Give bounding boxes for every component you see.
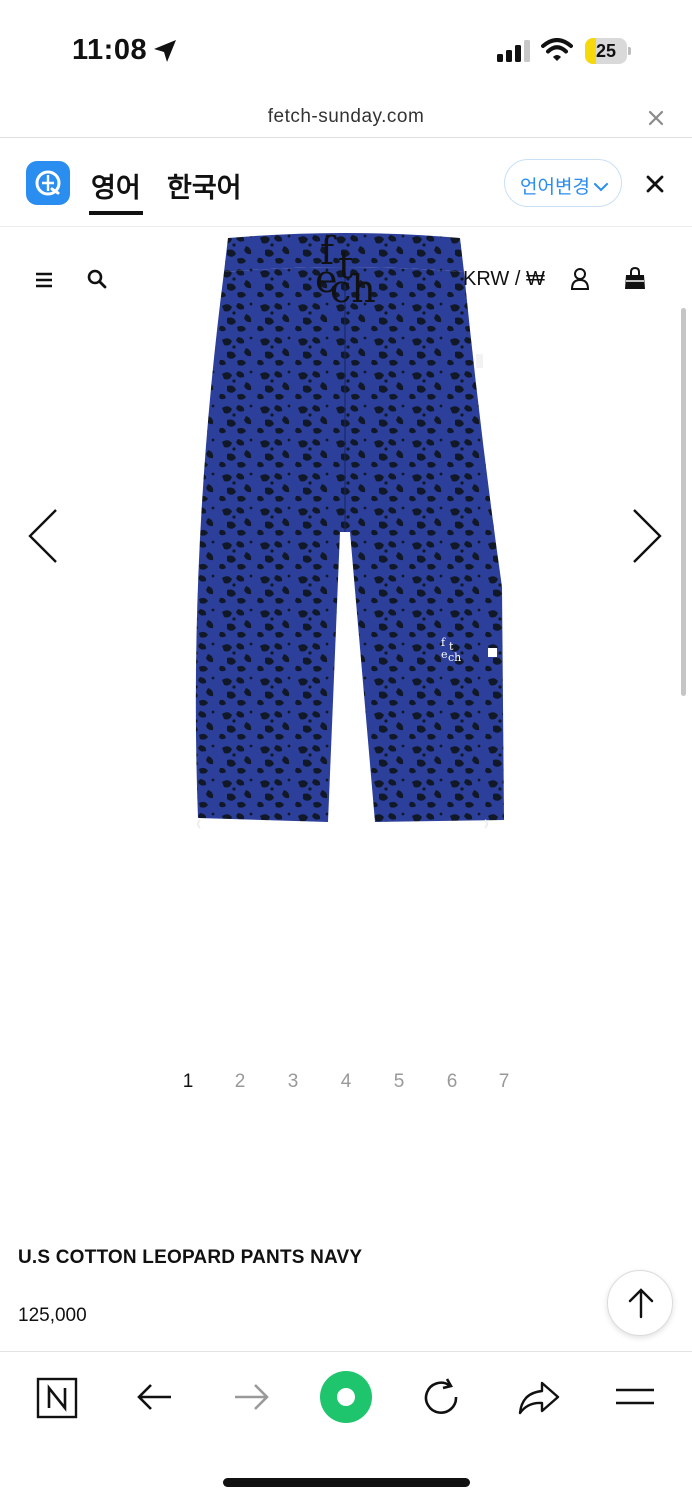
- page-number[interactable]: 2: [230, 1071, 250, 1093]
- wifi-icon: [541, 38, 573, 67]
- forward-arrow-icon: [227, 1375, 275, 1423]
- chevron-down-icon: [594, 179, 608, 197]
- battery-icon: 25: [585, 38, 631, 64]
- pants-logo-letter: e: [441, 648, 448, 661]
- page-number[interactable]: 6: [442, 1071, 462, 1093]
- product-price: 125,000: [18, 1305, 87, 1326]
- product-title: U.S COTTON LEOPARD PANTS NAVY: [18, 1247, 363, 1268]
- back-arrow-icon[interactable]: [131, 1375, 179, 1423]
- user-icon[interactable]: [570, 267, 590, 296]
- status-time: 11:08: [72, 34, 148, 66]
- image-pagination: 1 2 3 4 5 6 7: [0, 1071, 692, 1097]
- page-number[interactable]: 5: [389, 1071, 409, 1093]
- change-language-label: 언어변경: [520, 177, 590, 198]
- close-translate-icon[interactable]: [644, 173, 666, 200]
- scroll-to-top-button[interactable]: [607, 1270, 673, 1336]
- change-language-button[interactable]: 언어변경: [504, 159, 622, 207]
- close-icon[interactable]: [646, 108, 666, 128]
- scrollbar[interactable]: [681, 308, 686, 696]
- currency-selector[interactable]: KRW / ₩: [463, 268, 545, 291]
- refresh-icon[interactable]: [418, 1375, 466, 1423]
- active-tab-underline: [89, 211, 143, 215]
- brand-logo[interactable]: f t e ch: [312, 232, 382, 322]
- papago-logo-icon[interactable]: [26, 161, 70, 205]
- battery-level: 25: [595, 41, 617, 61]
- page-number[interactable]: 4: [336, 1071, 356, 1093]
- site-header: f t e ch KRW / ₩: [0, 232, 692, 308]
- url-domain[interactable]: fetch-sunday.com: [0, 106, 692, 128]
- arrow-up-icon: [628, 1288, 654, 1319]
- share-icon[interactable]: [514, 1375, 562, 1423]
- product-image[interactable]: f t e ch: [180, 232, 510, 837]
- home-indicator: [223, 1478, 470, 1487]
- page-number[interactable]: 7: [494, 1071, 514, 1093]
- page-number[interactable]: 1: [178, 1071, 198, 1093]
- pants-logo: f t e ch: [439, 636, 469, 670]
- brand-logo-letter: ch: [330, 267, 376, 311]
- url-bar[interactable]: fetch-sunday.com: [0, 100, 692, 138]
- naver-icon[interactable]: [34, 1375, 82, 1423]
- signal-icon: [497, 40, 531, 67]
- tab-english[interactable]: 영어: [91, 166, 141, 205]
- page-number[interactable]: 3: [283, 1071, 303, 1093]
- tab-korean[interactable]: 한국어: [167, 166, 242, 205]
- status-bar: 11:08 25: [0, 0, 692, 100]
- location-arrow-icon: [152, 38, 178, 69]
- green-dot-icon[interactable]: [320, 1371, 372, 1423]
- menu-icon[interactable]: [612, 1375, 660, 1423]
- previous-image-arrow-icon[interactable]: [26, 508, 60, 569]
- hamburger-menu-icon[interactable]: [35, 272, 53, 293]
- browser-toolbar: [0, 1351, 692, 1500]
- pants-logo-letter: ch: [448, 651, 462, 664]
- next-image-arrow-icon[interactable]: [630, 508, 664, 569]
- shopping-bag-icon[interactable]: [624, 266, 646, 296]
- search-icon[interactable]: [87, 269, 107, 294]
- translate-bar: 영어 한국어 언어변경: [0, 139, 692, 227]
